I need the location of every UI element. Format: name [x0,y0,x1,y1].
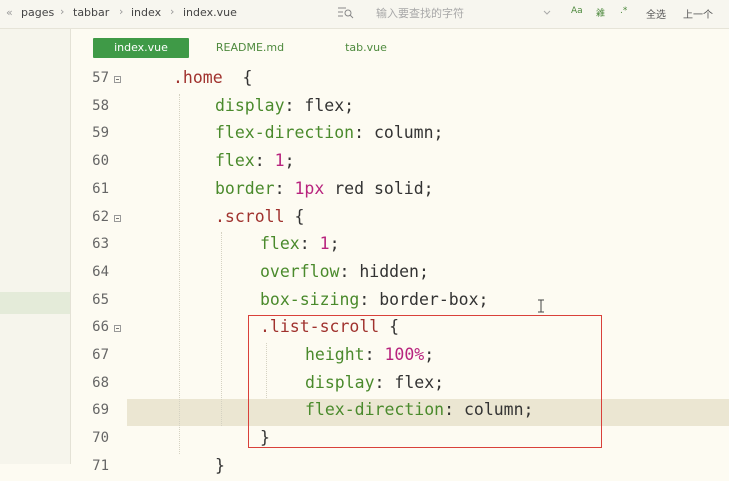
code-token: border [215,178,275,198]
selected-file-highlight[interactable] [0,292,70,314]
breadcrumb-item-pages[interactable]: pages [21,6,54,19]
code-text: border: 1px red solid; [215,179,434,198]
chevron-down-icon[interactable] [543,10,551,16]
code-line[interactable]: 62 .scroll { [71,205,729,232]
code-token: flex-direction [215,123,355,143]
find-previous-button[interactable]: 上一个 [683,6,713,21]
code-line[interactable]: 57 .home { [71,66,729,93]
fold-toggle-icon[interactable] [114,214,121,222]
line-number: 60 [92,153,109,170]
match-word-button[interactable]: 䨀 [596,6,605,19]
code-text: .home { [173,68,252,87]
code-token: 1 [319,234,330,254]
code-line[interactable]: 65 box-sizing: border-box; [71,288,729,315]
code-token: 1px [294,178,325,198]
search-input[interactable] [376,4,546,22]
code-token: overflow [260,261,340,281]
find-toolbar: « pages › tabbar › index › index.vue Aa … [0,0,729,29]
line-number: 59 [92,125,109,142]
code-token: { [222,68,253,87]
tab-tab-vue[interactable]: tab.vue [331,38,401,58]
line-number: 58 [92,97,109,114]
code-token: .scroll [215,206,285,226]
code-token: .home [173,68,223,87]
find-list-icon [338,7,354,19]
code-token: ; [284,151,295,171]
code-token: { [284,206,305,226]
breadcrumb-item-tabbar[interactable]: tabbar [73,6,109,19]
code-line[interactable]: 59 flex-direction: column; [71,121,729,148]
code-text: box-sizing: border-box; [260,290,488,309]
line-number: 57 [92,70,109,86]
code-text: flex: 1; [260,234,340,253]
line-number: 61 [92,180,109,197]
code-text: display: flex; [215,96,354,115]
line-number: 64 [92,263,109,280]
breadcrumb-separator-icon: › [170,5,175,18]
line-number: 66 [92,319,109,336]
code-text: } [215,456,225,475]
code-editor[interactable]: 57 .home {58 display: flex; 59 flex-directio… [71,63,729,475]
breadcrumb-item-index-vue[interactable]: index.vue [183,6,237,19]
code-token: : [254,151,275,171]
code-token: : [299,234,320,254]
code-line[interactable]: 63 flex: 1; [71,232,729,259]
code-token: ; [329,234,340,254]
annotation-box [248,315,602,448]
code-token: : border-box; [359,289,489,309]
editor-tabs: index.vue README.md tab.vue [71,29,729,63]
code-token: : flex; [284,95,355,115]
breadcrumb-separator-icon: › [119,5,124,18]
code-line[interactable]: 60 flex: 1; [71,149,729,176]
fold-toggle-icon[interactable] [114,325,121,333]
code-line[interactable]: 58 display: flex; [71,94,729,121]
text-cursor-icon [538,299,544,313]
code-token: display [215,95,285,115]
code-token: flex [260,234,300,254]
code-token: : hidden; [339,261,429,281]
line-number: 63 [92,236,109,253]
line-number: 68 [92,374,109,391]
regex-button[interactable]: .* [620,6,627,16]
line-number: 65 [92,291,109,308]
code-token: red solid; [324,178,434,198]
project-explorer [0,29,71,464]
code-token: : [274,178,295,198]
code-line[interactable]: 71} [71,454,729,481]
code-token: box-sizing [260,289,360,309]
line-number: 71 [92,457,109,474]
code-token: : column; [354,123,444,143]
code-text: .scroll { [215,207,304,226]
breadcrumb-item-index[interactable]: index [131,6,161,19]
code-line[interactable]: 61 border: 1px red solid; [71,177,729,204]
match-case-button[interactable]: Aa [571,6,583,16]
fold-toggle-icon[interactable] [114,76,121,83]
code-token: flex [215,151,255,171]
line-number: 69 [92,402,109,419]
code-text: overflow: hidden; [260,262,429,281]
line-number: 62 [92,208,109,225]
code-text: flex-direction: column; [215,123,443,142]
select-all-button[interactable]: 全选 [646,6,666,21]
code-line[interactable]: 64 overflow: hidden; [71,260,729,287]
tab-index-vue[interactable]: index.vue [93,38,189,58]
back-chevron-icon[interactable]: « [6,6,13,19]
code-token: } [215,455,225,475]
code-token: 1 [274,151,285,171]
line-number: 67 [92,347,109,363]
line-number: 70 [92,430,109,447]
tab-readme-md[interactable]: README.md [205,38,295,58]
code-text: flex: 1; [215,151,295,170]
breadcrumb-separator-icon: › [60,5,65,18]
